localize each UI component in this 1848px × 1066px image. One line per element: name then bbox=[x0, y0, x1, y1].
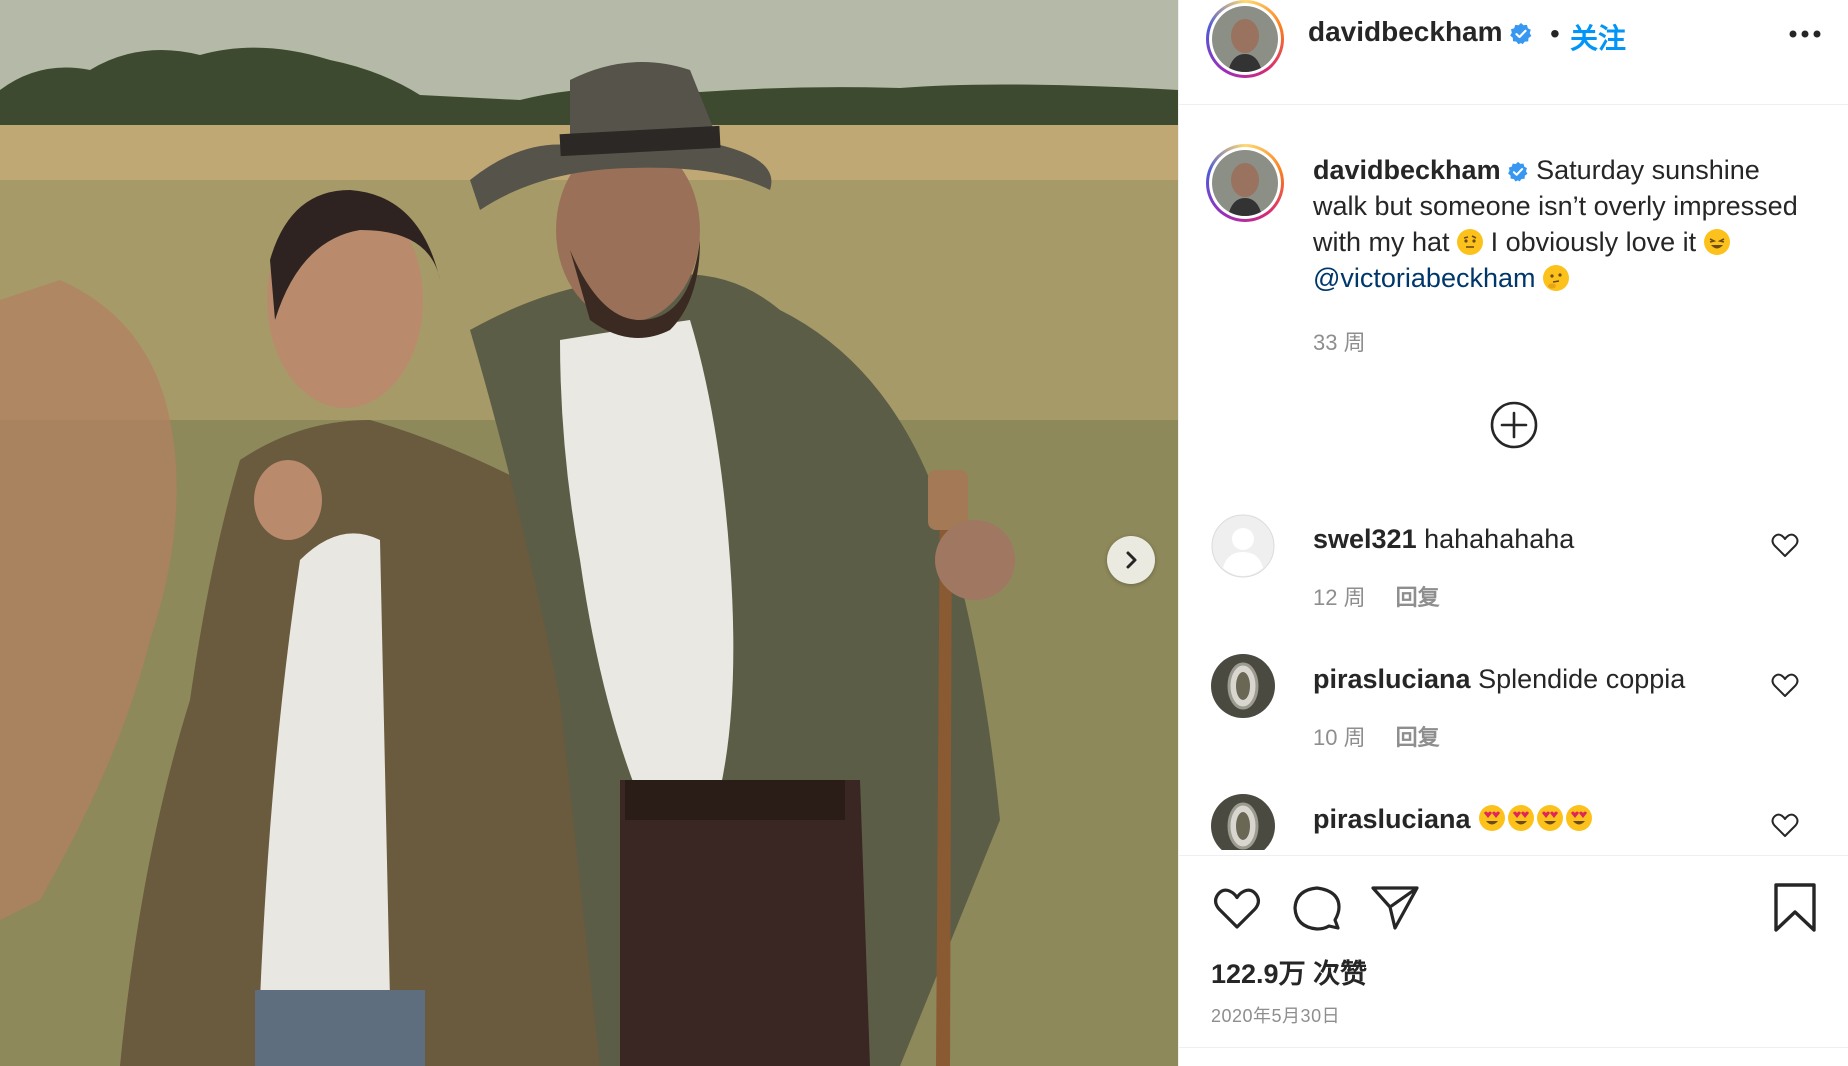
comment-body: hahahahaha bbox=[1424, 524, 1575, 554]
comment-item: pirasluciana bbox=[1179, 794, 1848, 850]
author-username[interactable]: davidbeckham bbox=[1308, 16, 1533, 48]
comment-meta: 10 周 回复 bbox=[1313, 720, 1440, 752]
verified-badge-icon bbox=[1507, 161, 1528, 182]
caption-text-part2: I obviously love it bbox=[1490, 227, 1697, 257]
thinking-emoji-icon bbox=[1543, 265, 1570, 291]
chevron-right-icon bbox=[1126, 551, 1137, 569]
comment-like-heart-icon[interactable] bbox=[1770, 670, 1800, 700]
comments-list: swel321 hahahahaha 12 周回复 pirasluciana S… bbox=[1179, 500, 1848, 850]
comment-meta: 12 周 回复 bbox=[1313, 580, 1440, 612]
post-actions: 122.9万 次赞 2020年5月30日 bbox=[1179, 855, 1848, 1066]
load-more-comments-button[interactable] bbox=[1489, 400, 1539, 450]
share-paper-plane-icon[interactable] bbox=[1369, 882, 1421, 934]
comment-reply-button[interactable]: 回复 bbox=[1396, 585, 1440, 610]
comment-avatar[interactable] bbox=[1211, 654, 1275, 718]
caption-avatar-image bbox=[1212, 150, 1278, 216]
follow-button[interactable]: 关注 bbox=[1570, 17, 1626, 57]
comment-like-heart-icon[interactable] bbox=[1770, 530, 1800, 560]
caption-timestamp[interactable]: 33 周 bbox=[1313, 325, 1366, 357]
comment-timestamp[interactable]: 10 周 bbox=[1313, 725, 1366, 750]
comment-text: pirasluciana Splendide coppia bbox=[1313, 664, 1685, 695]
like-count[interactable]: 122.9万 次赞 bbox=[1211, 952, 1367, 991]
comment-avatar[interactable] bbox=[1211, 794, 1275, 850]
caption-mention-link[interactable]: @victoriabeckham bbox=[1313, 263, 1536, 293]
comment-username[interactable]: pirasluciana bbox=[1313, 804, 1471, 834]
post-header: davidbeckham • 关注 bbox=[1179, 0, 1848, 105]
author-avatar-image bbox=[1212, 6, 1278, 72]
more-options-button[interactable] bbox=[1785, 14, 1825, 54]
caption-author-avatar[interactable] bbox=[1206, 144, 1284, 222]
comment-item: pirasluciana Splendide coppia 10 周 回复 bbox=[1179, 654, 1848, 784]
laughing-emoji-icon bbox=[1703, 229, 1730, 255]
user-avatar-image bbox=[1211, 794, 1275, 850]
post-date[interactable]: 2020年5月30日 bbox=[1211, 1002, 1340, 1028]
comment-reply-button[interactable]: 回复 bbox=[1396, 725, 1440, 750]
more-options-icon bbox=[1789, 30, 1821, 38]
comment-text: swel321 hahahahaha bbox=[1313, 524, 1574, 555]
comment-body: Splendide coppia bbox=[1478, 664, 1686, 694]
user-avatar-image bbox=[1211, 654, 1275, 718]
header-separator: • bbox=[1550, 18, 1560, 49]
comment-bubble-icon[interactable] bbox=[1291, 882, 1343, 934]
comment-text: pirasluciana bbox=[1313, 804, 1594, 835]
default-avatar-icon bbox=[1211, 514, 1275, 578]
caption-username[interactable]: davidbeckham bbox=[1313, 155, 1501, 185]
post-side-panel: davidbeckham • 关注 davidbeckham Saturday … bbox=[1178, 0, 1848, 1066]
comment-avatar[interactable] bbox=[1211, 514, 1275, 578]
heart-eyes-emoji-group bbox=[1478, 804, 1594, 834]
comment-timestamp[interactable]: 12 周 bbox=[1313, 585, 1366, 610]
raised-eyebrow-emoji-icon bbox=[1457, 229, 1484, 255]
post-caption: davidbeckham Saturday sunshine walk but … bbox=[1313, 152, 1813, 296]
comment-username[interactable]: swel321 bbox=[1313, 524, 1417, 554]
heart-eyes-emoji-icon bbox=[1479, 805, 1593, 831]
save-bookmark-icon[interactable] bbox=[1769, 882, 1821, 934]
comment-username[interactable]: pirasluciana bbox=[1313, 664, 1471, 694]
comment-item: swel321 hahahahaha 12 周 回复 bbox=[1179, 514, 1848, 644]
author-avatar[interactable] bbox=[1206, 0, 1284, 78]
like-heart-icon[interactable] bbox=[1211, 882, 1263, 934]
next-photo-button[interactable] bbox=[1107, 536, 1155, 584]
author-username-text[interactable]: davidbeckham bbox=[1308, 16, 1503, 47]
photo-illustration bbox=[0, 0, 1178, 1066]
post-photo[interactable] bbox=[0, 0, 1178, 1066]
comment-like-heart-icon[interactable] bbox=[1770, 810, 1800, 840]
panel-bottom-divider bbox=[1179, 1047, 1848, 1048]
verified-badge-icon bbox=[1509, 22, 1531, 44]
